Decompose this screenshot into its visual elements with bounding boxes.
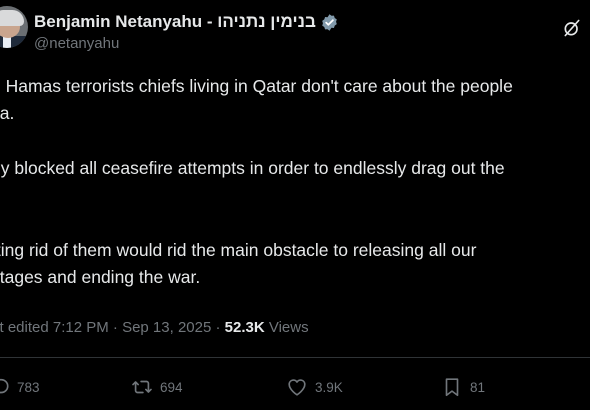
tweet-paragraph: e Hamas terrorists chiefs living in Qata… [0, 73, 590, 127]
tweet-line: tting rid of them would rid the main obs… [0, 240, 477, 260]
divider [0, 357, 590, 358]
repost-count: 694 [160, 379, 183, 395]
tweet-paragraph: tting rid of them would rid the main obs… [0, 237, 590, 291]
views-label: Views [264, 319, 309, 336]
grok-icon[interactable] [562, 18, 582, 38]
avatar[interactable] [0, 6, 28, 48]
tweet-text: e Hamas terrorists chiefs living in Qata… [0, 73, 590, 291]
tweet-line: za. [0, 103, 15, 123]
reply-icon [0, 378, 9, 394]
tweet-meta: st edited 7:12 PM · Sep 13, 2025 · 52.3K… [0, 319, 309, 336]
repost-icon [132, 380, 152, 394]
tweet-line: e Hamas terrorists chiefs living in Qata… [0, 76, 513, 96]
tweet-line: r. [0, 185, 1, 205]
tweet-paragraph: ey blocked all ceasefire attempts in ord… [0, 155, 590, 209]
edited-timestamp[interactable]: st edited 7:12 PM · Sep 13, 2025 · [0, 319, 225, 336]
bookmark-icon [445, 378, 459, 397]
tweet-line: stages and ending the war. [0, 267, 201, 287]
verified-badge-icon [322, 13, 337, 31]
tweet-line: ey blocked all ceasefire attempts in ord… [0, 158, 505, 178]
reply-button[interactable]: 783 [0, 376, 40, 398]
author-name[interactable]: Benjamin Netanyahu - בנימין נתניהו [34, 12, 316, 32]
author-handle[interactable]: @netanyahu [34, 35, 119, 52]
like-count: 3.9K [315, 379, 343, 395]
like-button[interactable]: 3.9K [286, 376, 343, 398]
repost-button[interactable]: 694 [131, 376, 183, 398]
bookmark-button[interactable]: 81 [441, 376, 485, 398]
author-name-row: Benjamin Netanyahu - בנימין נתניהו [34, 10, 339, 34]
bookmark-count: 81 [470, 379, 486, 395]
like-icon [288, 379, 306, 396]
reply-count: 783 [17, 379, 40, 395]
views-count: 52.3K [224, 319, 265, 336]
